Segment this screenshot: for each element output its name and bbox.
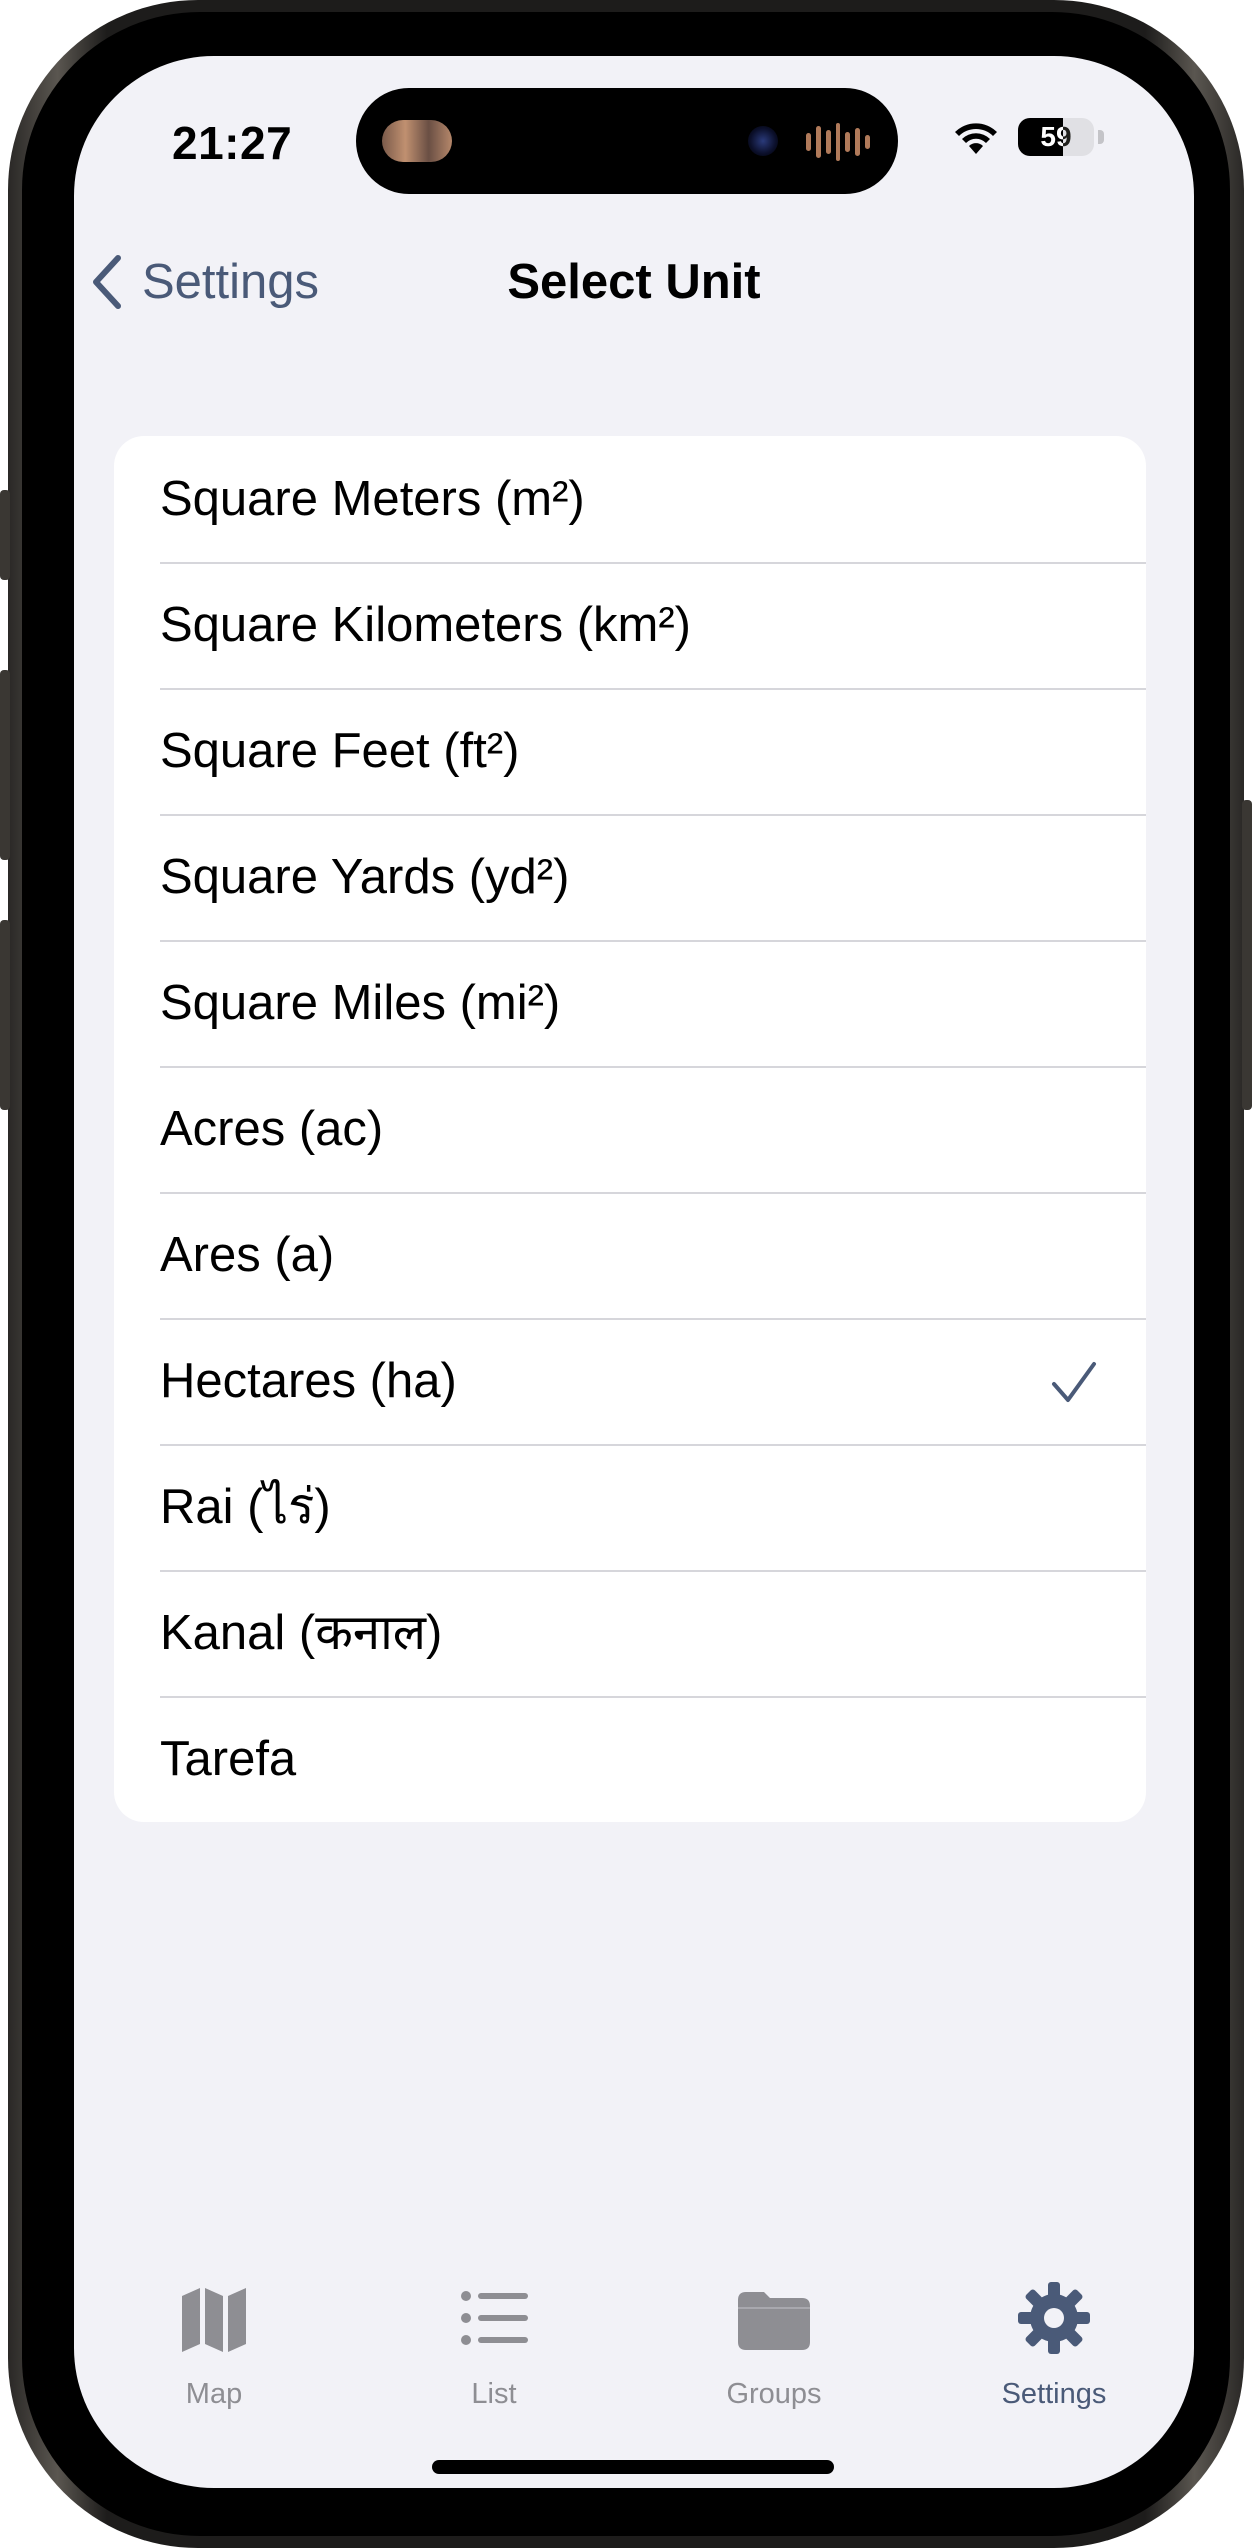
tab-map-label: Map <box>185 2378 243 2410</box>
unit-option-label: Square Meters (m²) <box>160 472 585 526</box>
tab-map[interactable]: Map <box>74 2256 354 2416</box>
unit-option-label: Hectares (ha) <box>160 1354 457 1408</box>
phone-frame: 21:27 59 Select Unit Settings Square Met… <box>0 0 1252 2548</box>
folder-icon <box>738 2292 810 2350</box>
unit-option-label: Acres (ac) <box>160 1102 384 1156</box>
screen: 21:27 59 Select Unit Settings Square Met… <box>74 56 1194 2488</box>
back-button-label: Settings <box>142 255 320 309</box>
home-indicator[interactable] <box>432 2460 834 2474</box>
list-icon <box>461 2291 528 2345</box>
unit-option[interactable]: Square Kilometers (km²) <box>114 562 1146 688</box>
checkmark-icon <box>1052 1362 1096 1402</box>
battery-tip <box>1098 130 1104 144</box>
volume-up-button <box>0 670 10 860</box>
unit-option-label: Square Kilometers (km²) <box>160 598 691 652</box>
tab-settings[interactable]: Settings <box>914 2256 1194 2416</box>
dynamic-island[interactable] <box>356 88 898 194</box>
battery-indicator: 59 <box>1018 118 1094 156</box>
tab-list[interactable]: List <box>354 2256 634 2416</box>
unit-option[interactable]: Square Yards (yd²) <box>114 814 1146 940</box>
unit-list: Square Meters (m²) Square Kilometers (km²… <box>114 436 1146 1822</box>
unit-option-label: Square Feet (ft²) <box>160 724 520 778</box>
tab-bar: Map List Groups Settings <box>74 2256 1194 2416</box>
unit-option[interactable]: Square Meters (m²) <box>114 436 1146 562</box>
tab-settings-label: Settings <box>1001 2378 1107 2410</box>
wifi-icon <box>955 123 997 154</box>
unit-option-label: Square Miles (mi²) <box>160 976 561 1030</box>
status-time: 21:27 <box>172 117 293 169</box>
gear-icon <box>1018 2282 1090 2354</box>
unit-option-label: Ares (a) <box>160 1228 335 1282</box>
tab-list-label: List <box>471 2378 517 2410</box>
back-button[interactable]: Settings <box>88 242 319 322</box>
chevron-left-icon <box>93 255 121 309</box>
unit-option[interactable]: Square Feet (ft²) <box>114 688 1146 814</box>
front-camera <box>748 126 778 156</box>
unit-option[interactable]: Ares (a) <box>114 1192 1146 1318</box>
audio-waveform-icon <box>806 122 871 162</box>
volume-down-button <box>0 920 10 1110</box>
side-button <box>1242 800 1252 1110</box>
unit-option[interactable]: Acres (ac) <box>114 1066 1146 1192</box>
action-button <box>0 490 10 580</box>
unit-option-label: Kanal (कनाल) <box>160 1606 443 1660</box>
map-icon <box>182 2288 246 2352</box>
unit-option-label: Rai (ไร่) <box>160 1480 331 1534</box>
tab-groups-label: Groups <box>726 2378 822 2410</box>
unit-option[interactable]: Hectares (ha) <box>114 1318 1146 1444</box>
unit-option[interactable]: Rai (ไร่) <box>114 1444 1146 1570</box>
unit-option-label: Tarefa <box>160 1732 297 1786</box>
unit-option[interactable]: Square Miles (mi²) <box>114 940 1146 1066</box>
tab-groups[interactable]: Groups <box>634 2256 914 2416</box>
unit-option[interactable]: Kanal (कनाल) <box>114 1570 1146 1696</box>
battery-percentage: 59 <box>1040 121 1072 152</box>
unit-option[interactable]: Tarefa <box>114 1696 1146 1822</box>
now-playing-artwork <box>382 120 452 162</box>
unit-option-label: Square Yards (yd²) <box>160 850 570 904</box>
